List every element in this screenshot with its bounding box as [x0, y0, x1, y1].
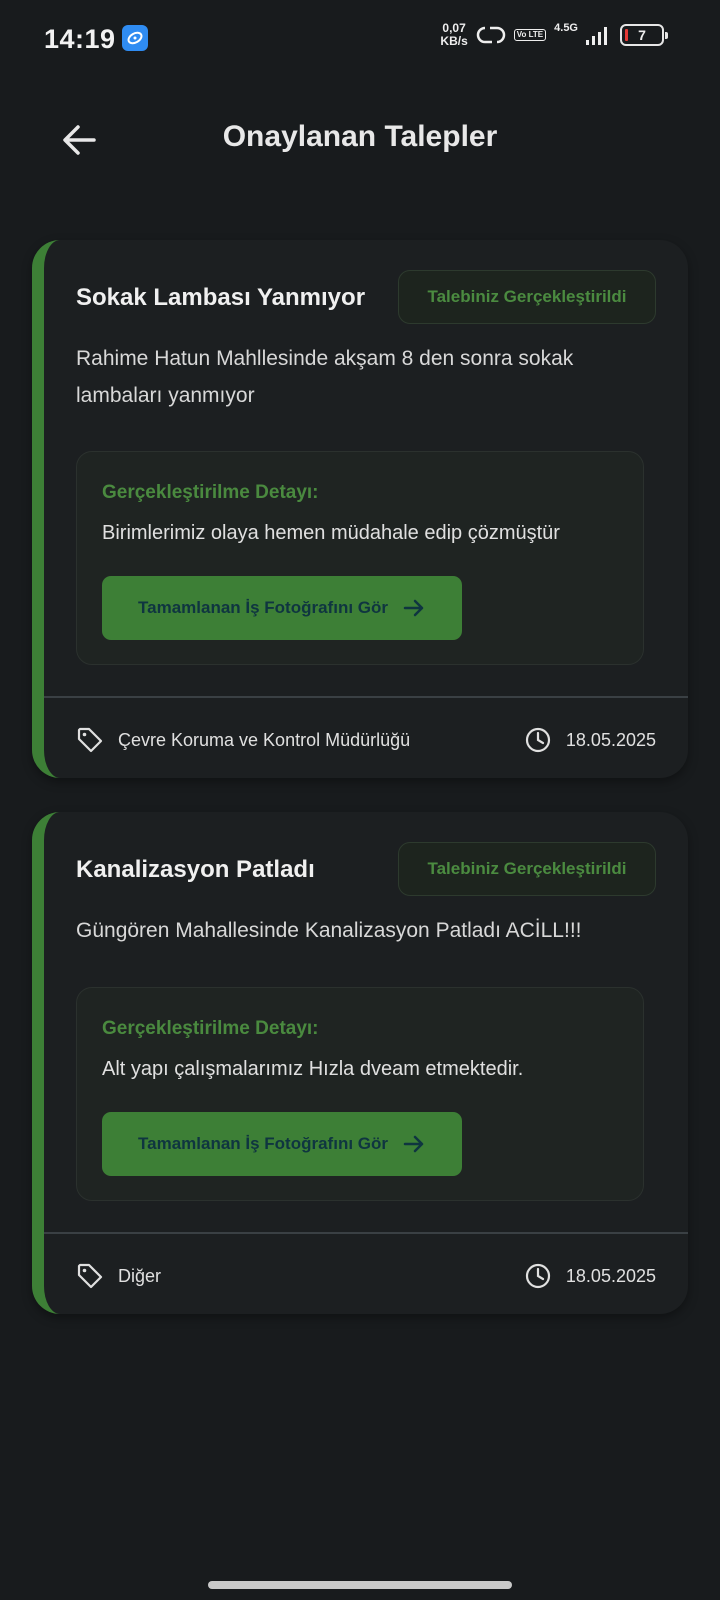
battery-level-bar — [625, 29, 628, 41]
status-badge: Talebiniz Gerçekleştirildi — [398, 842, 656, 896]
status-badge: Talebiniz Gerçekleştirildi — [398, 270, 656, 324]
date-label: 18.05.2025 — [565, 1265, 656, 1286]
clock-icon — [525, 727, 551, 753]
battery-percentage: 7 — [638, 27, 646, 43]
network-type: 4.5G — [554, 22, 578, 34]
completion-detail-box: Gerçekleştirilme Detayı: Alt yapı çalışm… — [76, 987, 644, 1201]
status-bar: 14:19 0,07 KB/s Vo LTE 4.5G 7 — [0, 0, 720, 80]
completion-detail-label: Gerçekleştirilme Detayı: — [102, 1018, 319, 1039]
photo-button-label: Tamamlanan İş Fotoğrafını Gör — [138, 1134, 388, 1153]
tag-icon — [77, 1263, 103, 1289]
date: 18.05.2025 — [524, 726, 656, 754]
card-footer: Çevre Koruma ve Kontrol Müdürlüğü 18.05.… — [76, 720, 656, 760]
request-card[interactable]: Sokak Lambası Yanmıyor Talebiniz Gerçekl… — [32, 240, 688, 778]
view-completed-photo-button[interactable]: Tamamlanan İş Fotoğrafını Gör — [102, 1112, 462, 1176]
volte-icon: Vo LTE — [513, 29, 547, 41]
hotspot-link-icon — [476, 26, 506, 44]
card-footer: Diğer 18.05.2025 — [76, 1256, 656, 1296]
request-description: Güngören Mahallesinde Kanalizasyon Patla… — [76, 919, 582, 942]
battery-icon: 7 — [620, 24, 668, 46]
card-divider — [44, 1232, 688, 1234]
page-title: Onaylanan Talepler — [222, 120, 498, 153]
clock-icon — [525, 1263, 551, 1289]
tag-icon — [77, 727, 103, 753]
arrow-right-icon — [403, 1135, 424, 1153]
request-title: Sokak Lambası Yanmıyor — [76, 284, 366, 311]
category-label: Çevre Koruma ve Kontrol Müdürlüğü — [118, 729, 411, 750]
completion-detail-label: Gerçekleştirilme Detayı: — [102, 482, 319, 503]
date-label: 18.05.2025 — [565, 729, 656, 750]
category: Çevre Koruma ve Kontrol Müdürlüğü — [76, 726, 410, 754]
network-speed: 0,07 KB/s — [440, 21, 468, 48]
home-indicator[interactable] — [208, 1581, 512, 1589]
completion-detail-text: Birimlerimiz olaya hemen müdahale edip ç… — [102, 522, 560, 544]
signal-icon — [586, 27, 607, 45]
request-title: Kanalizasyon Patladı — [76, 856, 315, 883]
completion-detail-box: Gerçekleştirilme Detayı: Birimlerimiz ol… — [76, 451, 644, 665]
date: 18.05.2025 — [524, 1262, 656, 1290]
category: Diğer — [76, 1262, 161, 1290]
arrow-right-icon — [403, 599, 424, 617]
link-notification-icon — [122, 25, 148, 51]
view-completed-photo-button[interactable]: Tamamlanan İş Fotoğrafını Gör — [102, 576, 462, 640]
card-divider — [44, 696, 688, 698]
app-header: Onaylanan Talepler — [0, 100, 720, 180]
request-description: Rahime Hatun Mahllesinde akşam 8 den son… — [76, 347, 574, 407]
completion-detail-text: Alt yapı çalışmalarımız Hızla dveam etme… — [102, 1058, 524, 1080]
photo-button-label: Tamamlanan İş Fotoğrafını Gör — [138, 598, 388, 617]
category-label: Diğer — [118, 1265, 162, 1286]
request-card[interactable]: Kanalizasyon Patladı Talebiniz Gerçekleş… — [32, 812, 688, 1314]
status-time: 14:19 — [44, 24, 116, 54]
status-indicators: 0,07 KB/s Vo LTE 4.5G 7 — [440, 21, 668, 48]
